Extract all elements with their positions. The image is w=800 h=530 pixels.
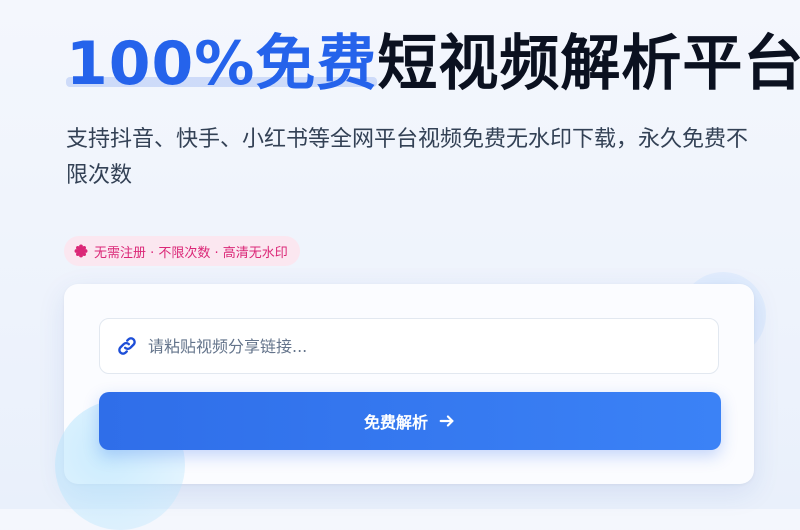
url-input-container[interactable]: [99, 318, 719, 374]
feature-badge-text: 无需注册 · 不限次数 · 高清无水印: [94, 245, 288, 261]
link-icon: [118, 337, 136, 355]
page-subtitle: 支持抖音、快手、小红书等全网平台视频免费无水印下载，永久免费不限次数: [66, 127, 749, 188]
page-title-rest: 短视频解析平台: [377, 29, 800, 99]
parse-button[interactable]: 免费解析: [99, 392, 721, 450]
page-title: 100%免费短视频解析平台: [66, 28, 800, 100]
page-title-accent: 100%免费: [66, 29, 378, 99]
parse-button-label: 免费解析: [363, 413, 428, 432]
flower-icon: [74, 244, 88, 258]
arrow-right-icon: [439, 415, 454, 427]
feature-badge: 无需注册 · 不限次数 · 高清无水印: [64, 236, 300, 266]
url-input[interactable]: [146, 335, 718, 357]
